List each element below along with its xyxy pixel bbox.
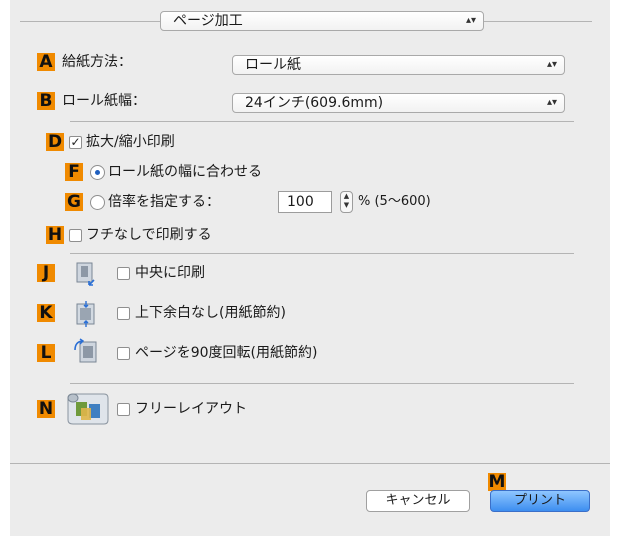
badge-a: A <box>37 53 55 71</box>
divider <box>70 253 574 254</box>
header-divider-left <box>20 21 160 22</box>
specify-scale-label: 倍率を指定する： <box>108 194 220 210</box>
roll-width-label: ロール紙幅： <box>62 93 146 109</box>
free-layout-checkbox[interactable] <box>117 403 130 416</box>
print-dialog-panel: ページ加工 ▴▾ A 給紙方法： ロール紙 ▴▾ B ロール紙幅： 24インチ(… <box>10 0 610 536</box>
select-arrows-icon: ▴▾ <box>546 97 557 108</box>
fit-roll-width-radio[interactable] <box>90 165 105 180</box>
free-layout-label: フリーレイアウト <box>135 401 247 417</box>
badge-g: G <box>65 193 83 211</box>
borderless-label: フチなしで印刷する <box>86 227 212 243</box>
header-divider-right <box>484 21 592 22</box>
enlarge-reduce-checkbox[interactable]: ✓ <box>69 136 82 149</box>
scale-range-label: % (5〜600) <box>358 194 431 209</box>
enlarge-reduce-label: 拡大/縮小印刷 <box>86 134 175 150</box>
page-processing-popup[interactable]: ページ加工 ▴▾ <box>160 11 484 31</box>
scale-stepper[interactable]: ▲ ▼ <box>340 191 353 213</box>
badge-n: N <box>37 399 55 419</box>
badge-m: M <box>488 472 506 492</box>
no-margin-icon <box>74 300 98 328</box>
badge-d: D <box>46 132 64 152</box>
center-print-label: 中央に印刷 <box>135 265 205 281</box>
badge-j: J <box>37 264 55 282</box>
badge-l: L <box>37 344 55 362</box>
print-button[interactable]: プリント <box>490 490 590 512</box>
cancel-button[interactable]: キャンセル <box>366 490 470 512</box>
popup-arrows-icon: ▴▾ <box>465 15 476 26</box>
no-margin-label: 上下余白なし(用紙節約) <box>135 305 286 321</box>
feed-method-select[interactable]: ロール紙 ▴▾ <box>232 55 565 75</box>
specify-scale-radio[interactable] <box>90 195 105 210</box>
feed-method-value: ロール紙 <box>245 57 301 73</box>
divider <box>70 383 574 384</box>
fit-roll-width-label: ロール紙の幅に合わせる <box>108 164 262 180</box>
rotate-page-icon <box>72 338 100 368</box>
divider <box>70 121 574 122</box>
radio-dot-icon <box>95 170 100 175</box>
badge-f: F <box>65 163 83 181</box>
badge-h: H <box>46 225 64 245</box>
footer-divider <box>10 463 610 464</box>
page-processing-popup-label: ページ加工 <box>173 13 243 29</box>
rotate-page-checkbox[interactable] <box>117 347 130 360</box>
borderless-checkbox[interactable] <box>69 229 82 242</box>
free-layout-icon <box>64 392 110 426</box>
center-print-icon <box>74 261 98 287</box>
roll-width-value: 24インチ(609.6mm) <box>245 95 384 111</box>
select-arrows-icon: ▴▾ <box>546 59 557 70</box>
feed-method-label: 給紙方法： <box>62 54 132 70</box>
roll-width-select[interactable]: 24インチ(609.6mm) ▴▾ <box>232 93 565 113</box>
rotate-page-label: ページを90度回転(用紙節約) <box>135 345 318 361</box>
center-print-checkbox[interactable] <box>117 267 130 280</box>
badge-k: K <box>37 304 55 322</box>
no-margin-checkbox[interactable] <box>117 307 130 320</box>
badge-b: B <box>37 92 55 110</box>
scale-input[interactable]: 100 <box>278 191 332 213</box>
